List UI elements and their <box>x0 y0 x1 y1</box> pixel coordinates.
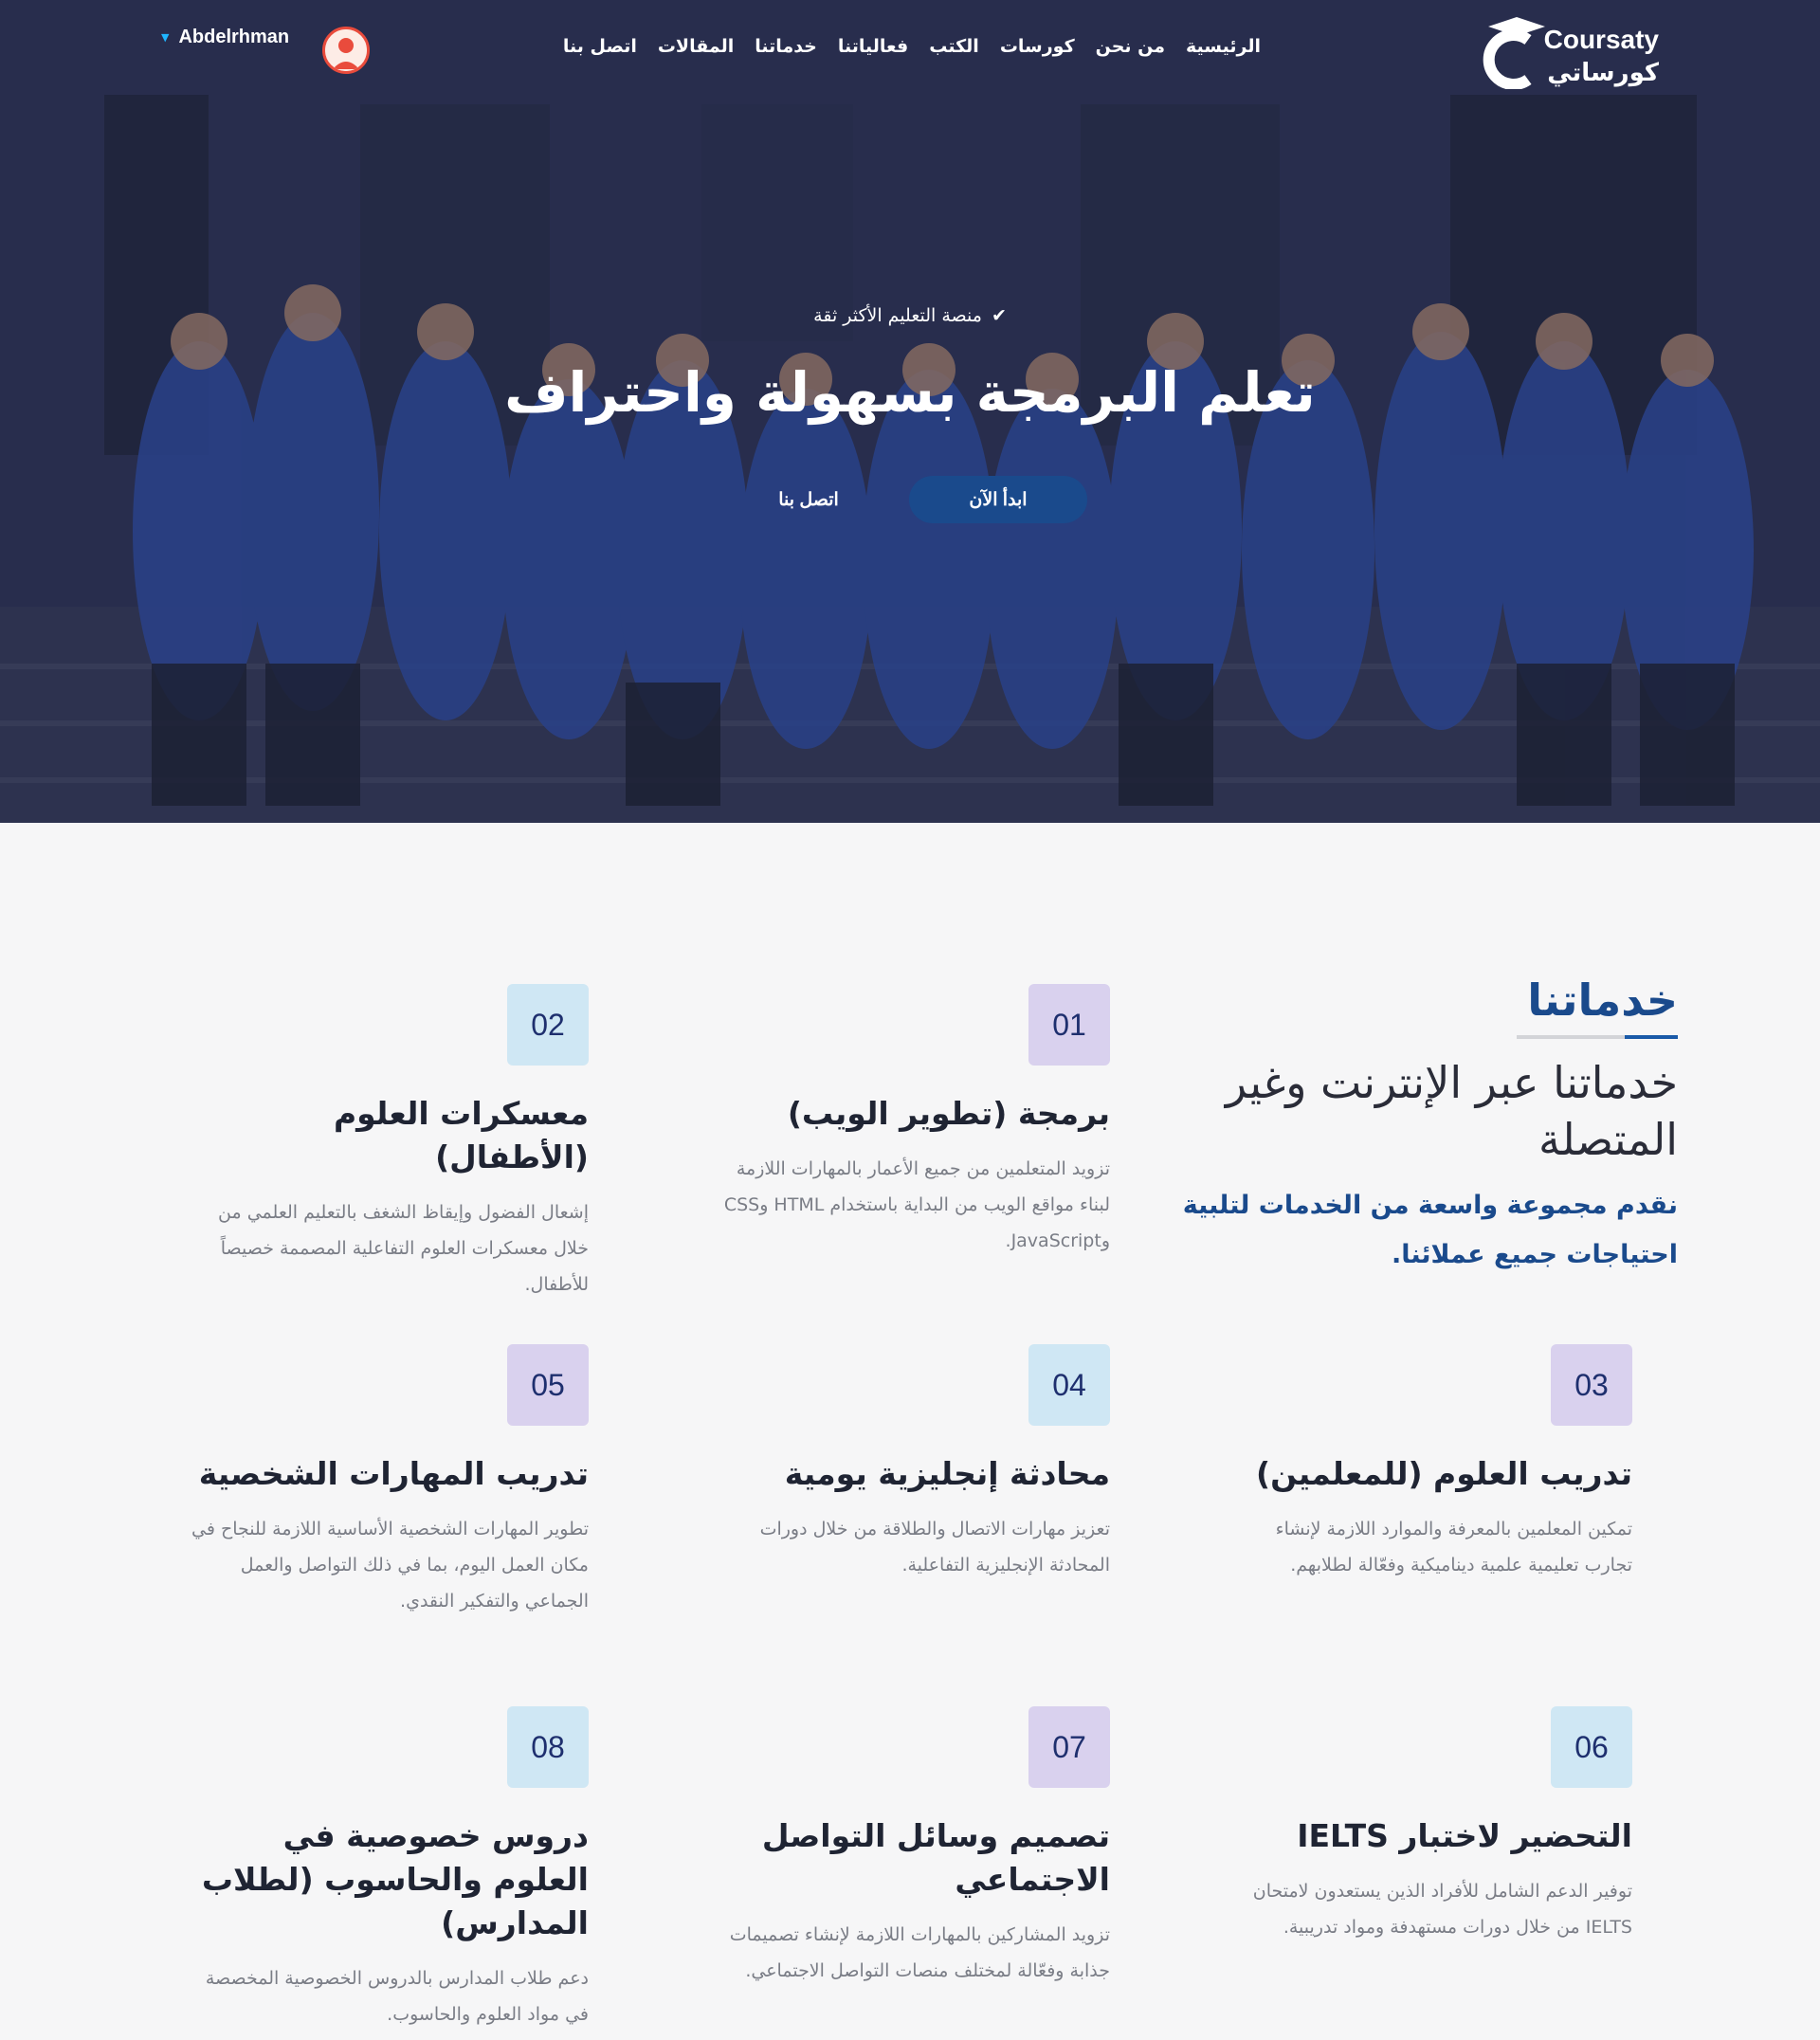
nav-about[interactable]: من نحن <box>1096 36 1165 57</box>
service-title: تدريب المهارات الشخصية <box>198 1455 589 1492</box>
avatar-icon <box>325 29 367 71</box>
nav-courses[interactable]: كورسات <box>1000 36 1075 57</box>
services-heading: خدماتنا عبر الإنترنت وغير المتصلة <box>1225 1057 1678 1165</box>
user-name: Abdelrhman <box>178 27 290 47</box>
hero-section: Coursaty كورساتي الرئيسية من نحن كورسات … <box>0 0 1820 823</box>
avatar[interactable] <box>322 27 370 74</box>
services-intro: خدماتنا خدماتنا عبر الإنترنت وغير المتصل… <box>1147 974 1678 1280</box>
service-number: 05 <box>507 1344 589 1426</box>
services-subheading: نقدم مجموعة واسعة من الخدمات لتلبية احتي… <box>1182 1191 1678 1269</box>
service-description: تزويد المشاركين بالمهارات اللازمة لإنشاء… <box>729 1924 1110 1981</box>
service-title: دروس خصوصية في العلوم والحاسوب (لطلاب ال… <box>201 1817 589 1941</box>
service-number: 02 <box>507 984 589 1066</box>
hero-title: تعلم البرمجة بسهولة واحتراف <box>504 360 1316 425</box>
contact-us-button[interactable]: اتصل بنا <box>733 476 884 523</box>
service-title: تصميم وسائل التواصل الاجتماعي <box>761 1817 1110 1898</box>
service-number: 08 <box>507 1706 589 1788</box>
service-description: تزويد المتعلمين من جميع الأعمار بالمهارا… <box>723 1158 1110 1251</box>
service-card[interactable]: 03 تدريب العلوم (للمعلمين) تمكين المعلمي… <box>1225 1344 1632 1583</box>
service-title: برمجة (تطوير الويب) <box>787 1095 1110 1132</box>
top-navigation-bar: Coursaty كورساتي الرئيسية من نحن كورسات … <box>0 0 1820 104</box>
coursaty-logo-icon <box>1483 17 1545 89</box>
chevron-down-icon: ▼ <box>161 31 170 44</box>
main-nav: الرئيسية من نحن كورسات الكتب فعالياتنا خ… <box>563 36 1261 57</box>
service-number: 07 <box>1028 1706 1110 1788</box>
service-description: توفير الدعم الشامل للأفراد الذين يستعدون… <box>1252 1881 1632 1938</box>
hero-badge-text: منصة التعليم الأكثر ثقة <box>813 305 982 326</box>
start-now-button[interactable]: ابدأ الآن <box>909 476 1087 523</box>
nav-books[interactable]: الكتب <box>929 36 979 57</box>
service-number: 06 <box>1551 1706 1632 1788</box>
service-description: تطوير المهارات الشخصية الأساسية اللازمة … <box>191 1519 589 1612</box>
service-title: معسكرات العلوم (الأطفال) <box>334 1095 589 1175</box>
service-description: تعزيز مهارات الاتصال والطلاقة من خلال دو… <box>759 1519 1110 1576</box>
service-title: تدريب العلوم (للمعلمين) <box>1256 1455 1632 1492</box>
service-card[interactable]: 05 تدريب المهارات الشخصية تطوير المهارات… <box>181 1344 589 1619</box>
section-divider <box>1517 1035 1678 1039</box>
services-kicker: خدماتنا <box>1527 974 1678 1026</box>
nav-articles[interactable]: المقالات <box>658 36 734 57</box>
services-section: خدماتنا خدماتنا عبر الإنترنت وغير المتصل… <box>0 823 1820 2040</box>
service-description: تمكين المعلمين بالمعرفة والموارد اللازمة… <box>1275 1519 1632 1576</box>
service-card[interactable]: 06 التحضير لاختبار IELTS توفير الدعم الش… <box>1225 1706 1632 1945</box>
nav-events[interactable]: فعالياتنا <box>838 36 908 57</box>
service-description: إشعال الفضول وإيقاظ الشغف بالتعليم العلم… <box>218 1202 589 1295</box>
service-card[interactable]: 08 دروس خصوصية في العلوم والحاسوب (لطلاب… <box>181 1706 589 2032</box>
service-card[interactable]: 02 معسكرات العلوم (الأطفال) إشعال الفضول… <box>181 984 589 1302</box>
service-number: 01 <box>1028 984 1110 1066</box>
brand-name-ar: كورساتي <box>1547 59 1659 87</box>
hero-actions: ابدأ الآن اتصل بنا <box>0 476 1820 523</box>
brand-name-en: Coursaty <box>1543 25 1659 54</box>
nav-contact[interactable]: اتصل بنا <box>563 36 637 57</box>
service-card[interactable]: 04 محادثة إنجليزية يومية تعزيز مهارات ال… <box>702 1344 1110 1583</box>
user-menu[interactable]: ▼ Abdelrhman <box>161 27 289 48</box>
nav-services[interactable]: خدماتنا <box>755 36 817 57</box>
service-card[interactable]: 01 برمجة (تطوير الويب) تزويد المتعلمين م… <box>702 984 1110 1259</box>
service-number: 03 <box>1551 1344 1632 1426</box>
service-card[interactable]: 07 تصميم وسائل التواصل الاجتماعي تزويد ا… <box>702 1706 1110 1989</box>
brand-logo[interactable]: Coursaty كورساتي <box>1469 17 1659 89</box>
service-description: دعم طلاب المدارس بالدروس الخصوصية المخصص… <box>205 1968 589 2025</box>
hero-badge: ✔ منصة التعليم الأكثر ثقة <box>0 305 1820 326</box>
check-icon: ✔ <box>991 305 1007 326</box>
service-title: التحضير لاختبار IELTS <box>1297 1817 1632 1854</box>
service-number: 04 <box>1028 1344 1110 1426</box>
service-title: محادثة إنجليزية يومية <box>784 1455 1110 1492</box>
nav-home[interactable]: الرئيسية <box>1186 36 1261 57</box>
